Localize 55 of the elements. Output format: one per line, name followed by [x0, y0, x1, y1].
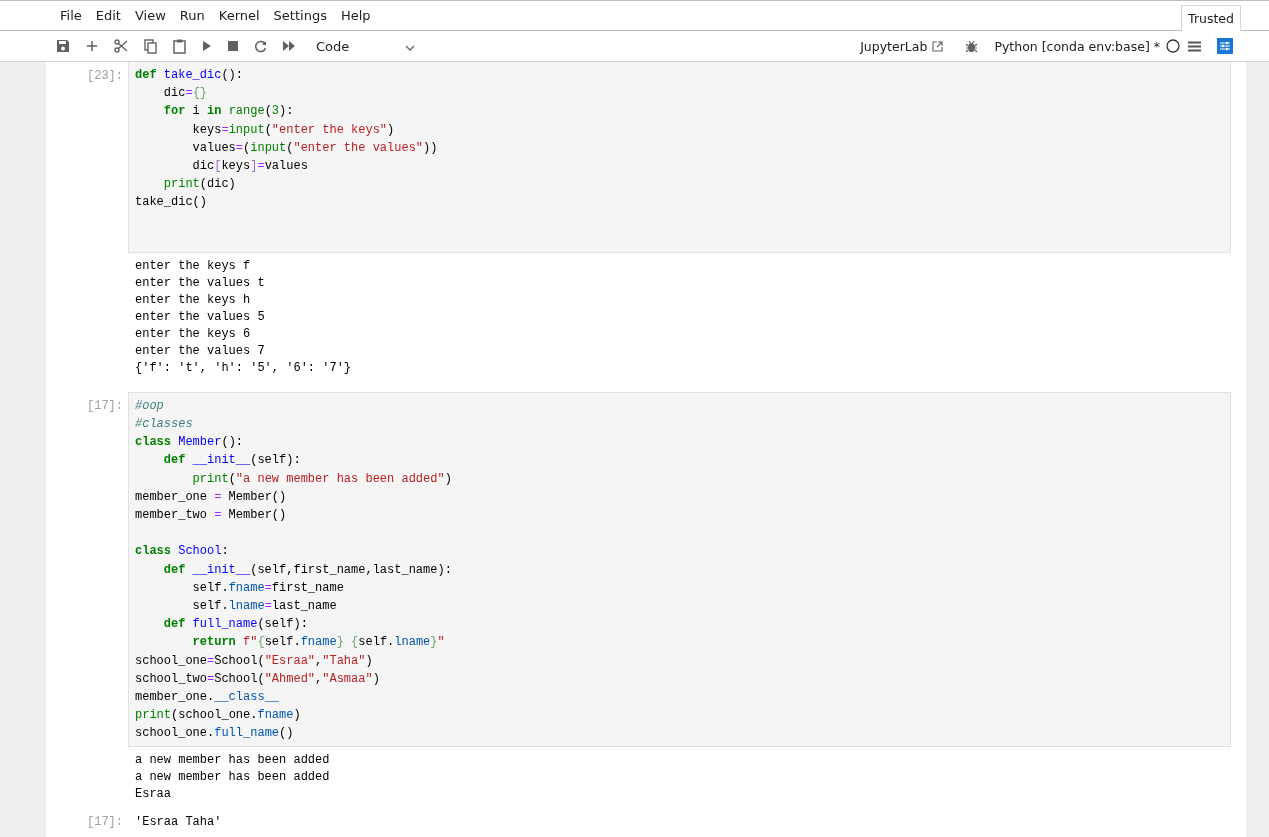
code-line: def __init__(self): [162, 452, 302, 470]
chevron-icon [405, 44, 416, 51]
kernel-status-icon [1166, 39, 1180, 53]
code-line: self.lname=last_name [191, 597, 338, 615]
external-link-icon [932, 40, 944, 52]
code-line: print("a new member has been added") [191, 470, 453, 488]
menu-item[interactable]: Run [172, 8, 212, 23]
output-prompt: [17]: [86, 814, 124, 832]
output-line: enter the values 5 [135, 308, 266, 326]
trusted-tab[interactable]: Trusted [1181, 5, 1241, 31]
open-in-link[interactable]: JupyterLab [854, 37, 950, 55]
code-line: dic[keys]=values [191, 157, 309, 175]
code-line: member_one.__class__ [135, 688, 281, 706]
code-line: member_two = Member() [135, 507, 288, 524]
output-line: a new member has been added [135, 769, 331, 787]
input-prompt: [17]: [86, 397, 124, 415]
code-editor[interactable]: def take_dic(): dic={} for i in range(3): keys=input("enter the keys") values=(input("enter the values")) dic[keys]=values print(dic) take_dic() [128, 62, 1231, 253]
code-line: class School: [135, 543, 230, 561]
code-line: keys=input("enter the keys") [191, 121, 396, 139]
menu-item[interactable]: Settings [266, 8, 334, 23]
code-line: values=(input("enter the values")) [191, 139, 439, 157]
code-line: school_one=School("Esraa","Taha") [135, 652, 374, 670]
code-line: school_one.full_name() [135, 725, 295, 743]
code-line: member_one = Member() [135, 488, 288, 506]
cell-type-dropdown[interactable]: Code [310, 38, 422, 54]
menu-item[interactable]: View [127, 8, 173, 23]
code-line: #classes [135, 416, 194, 434]
code-line: for i in range(3): [162, 103, 295, 121]
menu-item[interactable]: Kernel [211, 8, 267, 23]
code-line: take_dic() [135, 194, 208, 212]
output-line: enter the keys 6 [135, 325, 252, 343]
code-line: #oop [135, 397, 165, 415]
output-line: enter the keys f [135, 257, 252, 275]
code-line: class Member(): [135, 434, 245, 452]
code-line: self.fname=first_name [191, 579, 345, 597]
output-line: enter the keys h [135, 291, 252, 309]
output-line: a new member has been added [135, 752, 331, 770]
code-line: school_two=School("Ahmed","Asmaa") [135, 670, 381, 688]
code-line: return f"{self.fname} {self.lname}" [191, 634, 446, 652]
code-line: dic={} [162, 85, 209, 103]
code-line: def take_dic(): [135, 67, 245, 84]
output-line: Esraa [135, 786, 172, 804]
output-line: 'Esraa Taha' [134, 814, 222, 832]
input-prompt: [23]: [86, 68, 124, 85]
menu-item[interactable]: File [53, 8, 89, 23]
code-line: print(school_one.fname) [135, 707, 302, 725]
menu-item[interactable]: Help [333, 8, 378, 23]
kernel-name[interactable]: Python [conda env:base] * [994, 38, 1160, 54]
output-line: enter the values 7 [135, 342, 266, 360]
output-line: enter the values t [135, 274, 266, 292]
code-line: def __init__(self,first_name,last_name): [162, 561, 453, 579]
menu-item[interactable]: Edit [88, 8, 128, 23]
code-line: def full_name(self): [162, 616, 309, 634]
code-line: print(dic) [162, 176, 237, 194]
output-line: {'f': 't', 'h': '5', '6': '7'} [135, 359, 353, 377]
